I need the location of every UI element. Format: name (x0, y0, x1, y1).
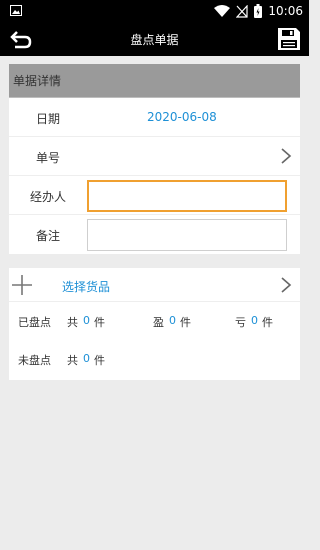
select-goods-link[interactable]: 选择货品 (62, 278, 110, 295)
counted-label: 已盘点 (18, 316, 51, 329)
counted-unit: 件 (94, 316, 105, 329)
uncounted-stats: 未盘点 共 0 件 (9, 340, 300, 378)
handler-label: 经办人 (29, 190, 66, 204)
date-label: 日期 (35, 112, 60, 126)
order-number-row[interactable]: 单号 (9, 137, 300, 176)
note-label: 备注 (35, 229, 60, 243)
chevron-right-icon[interactable] (280, 276, 292, 294)
loss-unit: 件 (262, 316, 273, 329)
chevron-right-icon[interactable] (280, 147, 292, 165)
details-card: 单据详情 日期 2020-06-08 单号 经办人 备注 (9, 64, 300, 254)
battery-icon (254, 4, 263, 18)
page-title: 盘点单据 (130, 33, 179, 47)
loss-count: 0 (251, 314, 258, 327)
app-bar: 盘点单据 (0, 22, 309, 56)
handler-input[interactable] (89, 182, 285, 210)
clock: 10:06 (268, 4, 303, 18)
date-value[interactable]: 2020-06-08 (147, 110, 217, 124)
image-icon (10, 5, 22, 16)
section-header: 单据详情 (9, 64, 300, 98)
surplus-count: 0 (169, 314, 176, 327)
status-bar: 10:06 (0, 0, 309, 22)
note-row: 备注 (9, 215, 300, 254)
handler-field[interactable] (87, 180, 287, 212)
loss-label: 亏 (235, 316, 246, 329)
note-input[interactable] (88, 220, 286, 250)
note-field[interactable] (87, 219, 287, 251)
select-goods-row[interactable]: 选择货品 (9, 268, 300, 302)
surplus-unit: 件 (180, 316, 191, 329)
counted-stats: 已盘点 共 0 件 盈 0 件 亏 0 件 (9, 302, 300, 340)
plus-icon[interactable] (11, 274, 33, 296)
status-icons: 10:06 (214, 3, 303, 19)
uncounted-label: 未盘点 (18, 354, 51, 367)
uncounted-total: 0 (83, 352, 90, 365)
counted-total: 0 (83, 314, 90, 327)
wifi-icon (214, 4, 231, 17)
surplus-label: 盈 (153, 316, 164, 329)
save-icon[interactable] (277, 27, 301, 51)
uncounted-unit: 件 (94, 354, 105, 367)
no-signal-icon (236, 4, 249, 18)
order-number-label: 单号 (35, 151, 60, 165)
goods-card: 选择货品 已盘点 共 0 件 盈 0 件 亏 0 件 未盘点 共 0 件 (9, 268, 300, 380)
handler-row: 经办人 (9, 176, 300, 215)
counted-total-prefix: 共 (67, 316, 78, 329)
uncounted-total-prefix: 共 (67, 354, 78, 367)
date-row[interactable]: 日期 2020-06-08 (9, 98, 300, 137)
